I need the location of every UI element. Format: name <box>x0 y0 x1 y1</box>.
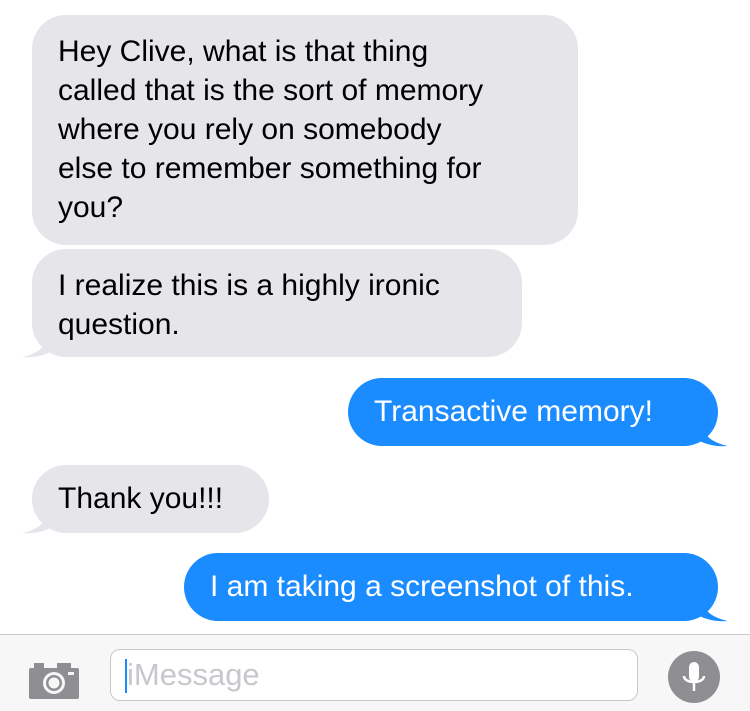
message-composer-bar <box>0 634 750 711</box>
incoming-message-bubble[interactable]: Thank you!!! <box>32 465 269 533</box>
microphone-icon <box>682 662 706 691</box>
camera-icon[interactable] <box>28 660 80 700</box>
outgoing-message-bubble[interactable]: Transactive memory! <box>348 378 718 446</box>
incoming-message-bubble[interactable]: Hey Clive, what is that thing called tha… <box>32 15 578 245</box>
incoming-message-bubble[interactable]: I realize this is a highly ironic questi… <box>32 249 522 357</box>
imessage-screen: Hey Clive, what is that thing called tha… <box>0 0 750 711</box>
outgoing-bubble-tail <box>698 422 728 447</box>
imessage-input[interactable] <box>110 649 638 701</box>
outgoing-message-bubble[interactable]: I am taking a screenshot of this. <box>184 553 718 621</box>
outgoing-bubble-tail <box>698 597 728 622</box>
incoming-bubble-tail <box>22 333 52 358</box>
microphone-button[interactable] <box>668 651 720 703</box>
message-thread: Hey Clive, what is that thing called tha… <box>0 0 750 635</box>
incoming-bubble-tail <box>22 509 52 534</box>
text-cursor <box>125 659 127 693</box>
